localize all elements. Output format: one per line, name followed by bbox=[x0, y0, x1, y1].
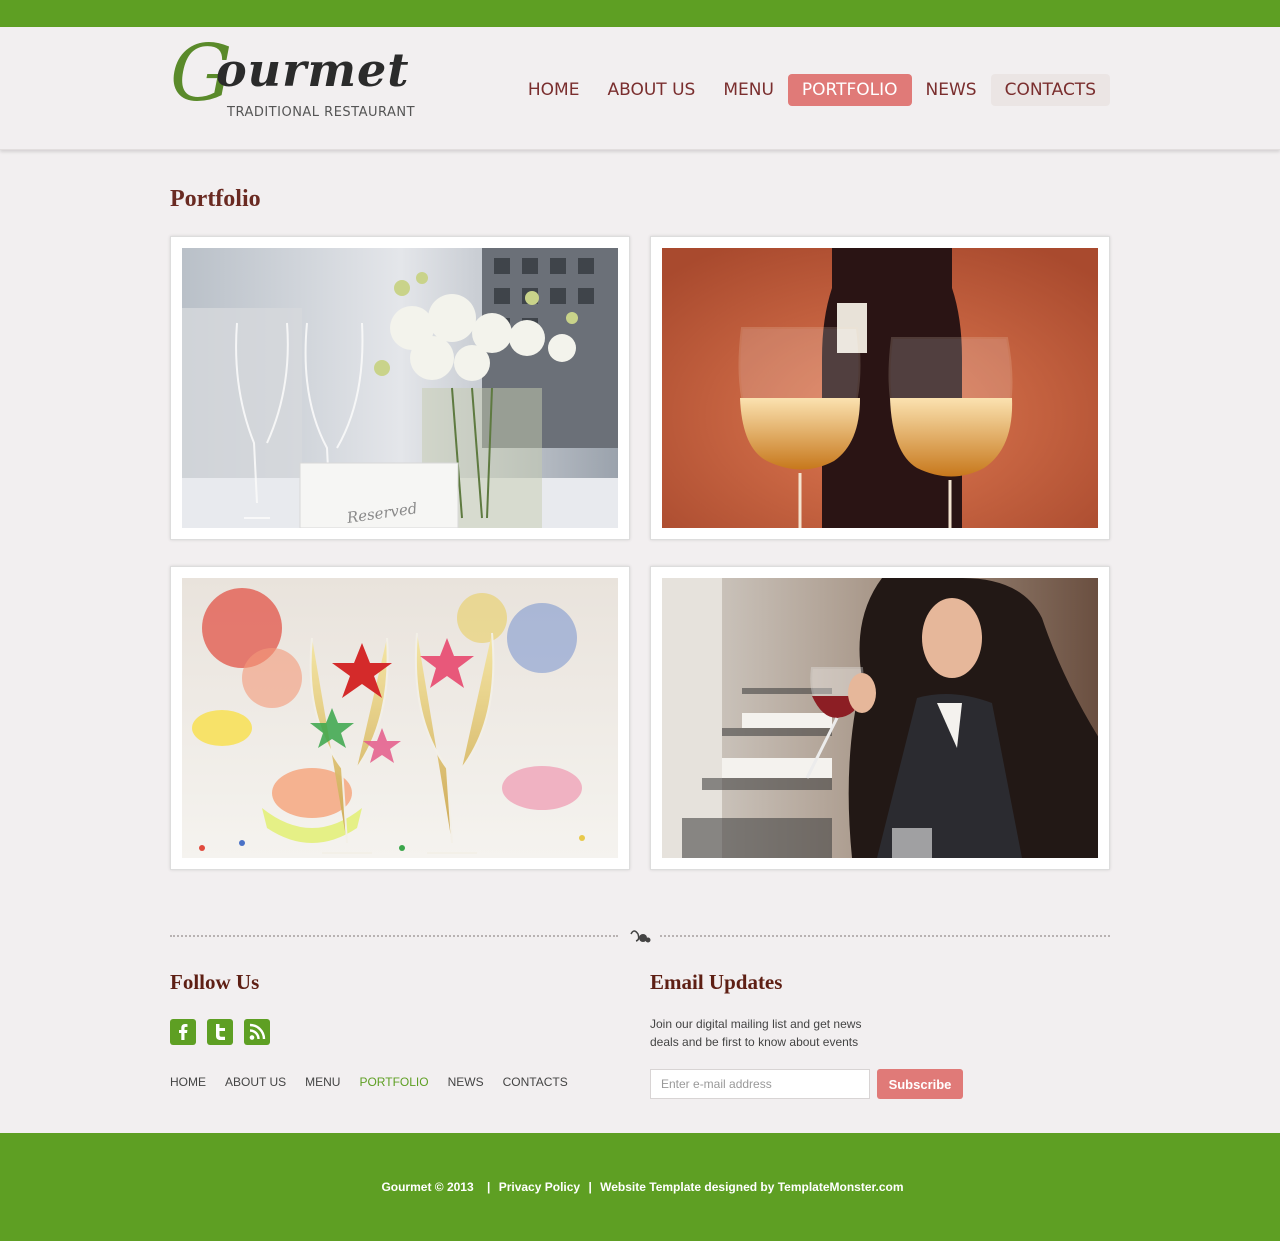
nav-home[interactable]: HOME bbox=[514, 74, 594, 106]
footer: Gourmet © 2013 | Privacy Policy | Websit… bbox=[0, 1133, 1280, 1241]
logo[interactable]: G ourmet TRADITIONAL RESTAURANT bbox=[170, 35, 420, 121]
gallery-item-red-wine-guest[interactable] bbox=[650, 566, 1110, 870]
footer-nav-portfolio[interactable]: PORTFOLIO bbox=[359, 1075, 428, 1089]
nav-contacts[interactable]: CONTACTS bbox=[990, 74, 1110, 106]
nav-news[interactable]: NEWS bbox=[912, 74, 991, 106]
privacy-policy-link[interactable]: Privacy Policy bbox=[499, 1180, 580, 1194]
social-links bbox=[170, 1019, 270, 1045]
copyright-text: Gourmet © 2013 bbox=[381, 1180, 474, 1194]
logo-word: ourmet bbox=[216, 43, 410, 97]
footer-credits: Gourmet © 2013 | Privacy Policy | Websit… bbox=[0, 1180, 1280, 1194]
logo-tagline: TRADITIONAL RESTAURANT bbox=[227, 105, 416, 120]
main-nav: HOME ABOUT US MENU PORTFOLIO NEWS CONTAC… bbox=[514, 74, 1110, 106]
email-description: Join our digital mailing list and get ne… bbox=[650, 1017, 862, 1049]
subscribe-button[interactable]: Subscribe bbox=[877, 1069, 963, 1099]
gallery-item-party-champagne[interactable] bbox=[170, 566, 630, 870]
red-wine-guest-photo bbox=[662, 578, 1098, 858]
gallery-item-white-wine[interactable] bbox=[650, 236, 1110, 540]
footer-nav-home[interactable]: HOME bbox=[170, 1075, 206, 1089]
ornament-icon bbox=[630, 930, 651, 943]
section-divider bbox=[170, 926, 1110, 946]
twitter-icon[interactable] bbox=[207, 1019, 233, 1045]
email-input[interactable] bbox=[650, 1069, 870, 1099]
nav-portfolio[interactable]: PORTFOLIO bbox=[787, 74, 912, 106]
nav-about-us[interactable]: ABOUT US bbox=[593, 74, 709, 106]
footer-nav-menu[interactable]: MENU bbox=[305, 1075, 340, 1089]
footer-separator: | bbox=[588, 1180, 592, 1194]
portfolio-gallery: Reserved bbox=[170, 236, 1110, 872]
nav-menu[interactable]: MENU bbox=[709, 74, 788, 106]
table-setting-photo: Reserved bbox=[182, 248, 618, 528]
top-accent-bar bbox=[0, 0, 1280, 27]
rss-icon[interactable] bbox=[244, 1019, 270, 1045]
facebook-icon[interactable] bbox=[170, 1019, 196, 1045]
page-title: Portfolio bbox=[170, 186, 261, 212]
footer-nav-about-us[interactable]: ABOUT US bbox=[225, 1075, 286, 1089]
email-updates-heading: Email Updates bbox=[650, 970, 783, 994]
gallery-item-table-setting[interactable]: Reserved bbox=[170, 236, 630, 540]
template-credit-link[interactable]: Website Template designed by TemplateMon… bbox=[600, 1180, 903, 1194]
follow-us-heading: Follow Us bbox=[170, 970, 260, 994]
footer-nav: HOME ABOUT US MENU PORTFOLIO NEWS CONTAC… bbox=[170, 1075, 587, 1089]
white-wine-photo bbox=[662, 248, 1098, 528]
header: G ourmet TRADITIONAL RESTAURANT HOME ABO… bbox=[0, 27, 1280, 150]
footer-nav-news[interactable]: NEWS bbox=[448, 1075, 484, 1089]
party-champagne-photo bbox=[182, 578, 618, 858]
footer-separator: | bbox=[487, 1180, 491, 1194]
footer-nav-contacts[interactable]: CONTACTS bbox=[503, 1075, 568, 1089]
